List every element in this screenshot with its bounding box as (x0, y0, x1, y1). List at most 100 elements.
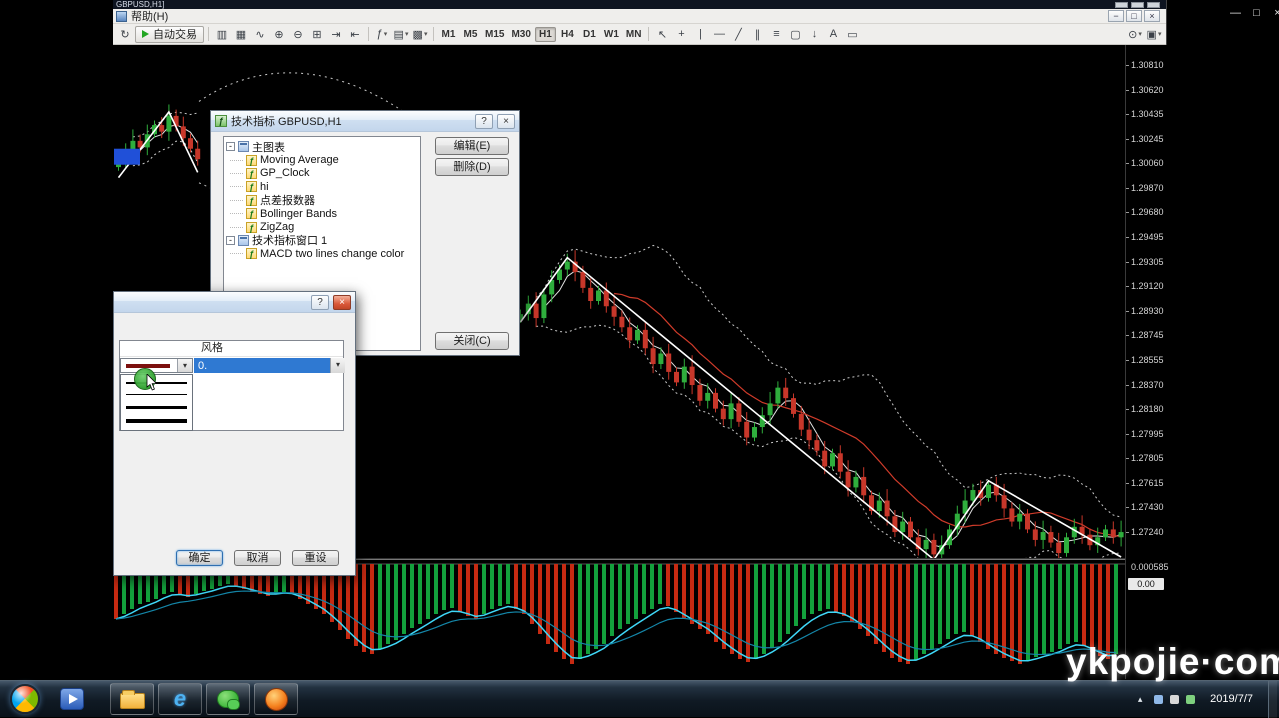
autotrading-label: 自动交易 (153, 26, 197, 42)
delete-button[interactable]: 删除(D) (435, 158, 509, 176)
line-style-option[interactable] (126, 406, 187, 409)
trendline-icon[interactable]: ╱ (729, 26, 747, 43)
layout-icon[interactable]: ▣▾ (1145, 26, 1163, 43)
auto-scroll-icon[interactable]: ⇥ (327, 26, 345, 43)
show-desktop-button[interactable] (1268, 681, 1277, 718)
tray-expand-icon[interactable]: ▴ (1133, 694, 1147, 705)
line-style-option[interactable] (126, 394, 187, 395)
title-bar[interactable]: GBPUSD,H1] (113, 0, 1166, 9)
system-tray: ▴ 2019/7/7 (1133, 681, 1279, 718)
tray-app-icon[interactable] (1186, 695, 1195, 704)
timeframe-h4[interactable]: H4 (557, 27, 578, 42)
close-button[interactable]: 关闭(C) (435, 332, 509, 350)
chevron-down-icon[interactable]: ▾ (177, 359, 192, 372)
tree-item[interactable]: ƒGP_Clock (226, 167, 418, 180)
titlebar-button[interactable] (1131, 2, 1144, 8)
macd-indicator-pane[interactable] (113, 562, 1125, 679)
mdi-close-button[interactable]: × (1144, 10, 1160, 22)
price-axis-label: 1.28180 (1131, 404, 1164, 414)
titlebar-button[interactable] (1147, 2, 1160, 8)
horizontal-line-icon[interactable]: — (710, 26, 728, 43)
taskbar-item-explorer[interactable] (110, 683, 154, 715)
width-combobox[interactable]: 0. ▾ (194, 358, 345, 373)
line-chart-icon[interactable]: ∿ (251, 26, 269, 43)
close-icon[interactable]: × (497, 114, 515, 129)
timeframe-mn[interactable]: MN (623, 27, 645, 42)
indicators-dropdown-icon[interactable]: ƒ▾ (373, 26, 391, 43)
price-axis-label: 1.29870 (1131, 183, 1164, 193)
chart-window-icon (238, 235, 249, 246)
timeframe-m1[interactable]: M1 (438, 27, 459, 42)
timeframe-h1[interactable]: H1 (535, 27, 556, 42)
tree-item[interactable]: ƒMoving Average (226, 153, 418, 166)
titlebar-button[interactable] (1115, 2, 1128, 8)
search-icon[interactable]: ⊙▾ (1126, 26, 1144, 43)
autotrading-button[interactable]: 自动交易 (135, 26, 204, 43)
indicators-dialog-titlebar[interactable]: ƒ 技术指标 GBPUSD,H1 ? × (211, 111, 519, 132)
periods-dropdown-icon[interactable]: ▤▾ (392, 26, 410, 43)
price-axis-label: 1.28370 (1131, 380, 1164, 390)
tree-group[interactable]: -主图表 (226, 140, 418, 153)
cursor-icon[interactable]: ↖ (653, 26, 671, 43)
help-button[interactable]: ? (311, 295, 329, 310)
fibonacci-icon[interactable]: ≡ (767, 26, 785, 43)
color-combobox[interactable]: ▾ (120, 358, 193, 373)
timeframe-w1[interactable]: W1 (601, 27, 622, 42)
window-restore-button[interactable]: □ (1250, 7, 1263, 19)
tray-network-icon[interactable] (1154, 695, 1163, 704)
refresh-icon[interactable]: ↻ (116, 26, 134, 43)
taskbar-item-wechat[interactable] (206, 683, 250, 715)
arrow-tool-icon[interactable]: ↓ (805, 26, 823, 43)
mdi-minimize-button[interactable]: − (1108, 10, 1124, 22)
price-axis[interactable]: 1.308101.306201.304351.302451.300601.298… (1125, 45, 1167, 679)
text-tool-icon[interactable]: A (824, 26, 842, 43)
tree-item-label: Moving Average (260, 154, 339, 166)
tree-item[interactable]: ƒBollinger Bands (226, 207, 418, 220)
reset-button[interactable]: 重设 (292, 550, 339, 566)
chevron-down-icon[interactable]: ▾ (330, 358, 345, 373)
chart-shift-icon[interactable]: ⇤ (346, 26, 364, 43)
timeframe-m30[interactable]: M30 (508, 27, 533, 42)
tray-volume-icon[interactable] (1170, 695, 1179, 704)
crosshair-icon[interactable]: + (672, 26, 690, 43)
cancel-button[interactable]: 取消 (234, 550, 281, 566)
timeframe-m15[interactable]: M15 (482, 27, 507, 42)
bar-chart-icon[interactable]: ▥ (213, 26, 231, 43)
tree-item[interactable]: ƒ点差报数器 (226, 194, 418, 207)
window-minimize-button[interactable]: — (1229, 7, 1242, 19)
zoom-out-icon[interactable]: ⊖ (289, 26, 307, 43)
dropdown-caret-icon: ▾ (1158, 30, 1162, 38)
zoom-in-icon[interactable]: ⊕ (270, 26, 288, 43)
candlestick-chart-icon[interactable]: ▦ (232, 26, 250, 43)
timeframe-m5[interactable]: M5 (460, 27, 481, 42)
tree-group[interactable]: -技术指标窗口 1 (226, 234, 418, 247)
taskbar-item-internet-explorer[interactable]: e (158, 683, 202, 715)
shapes-icon[interactable]: ▢ (786, 26, 804, 43)
tile-windows-icon[interactable]: ⊞ (308, 26, 326, 43)
templates-dropdown-icon[interactable]: ▩▾ (411, 26, 429, 43)
ok-button[interactable]: 确定 (176, 550, 223, 566)
help-button[interactable]: ? (475, 114, 493, 129)
label-tool-icon[interactable]: ▭ (843, 26, 861, 43)
edit-button[interactable]: 编辑(E) (435, 137, 509, 155)
start-button[interactable] (10, 684, 40, 714)
channel-icon[interactable]: ∥ (748, 26, 766, 43)
properties-dialog-titlebar[interactable]: ? × (114, 292, 355, 313)
tree-item[interactable]: ƒhi (226, 180, 418, 193)
taskbar-clock[interactable]: 2019/7/7 (1202, 693, 1261, 705)
vertical-line-icon[interactable]: | (691, 26, 709, 43)
tree-expander-icon[interactable]: - (226, 142, 235, 151)
wechat-icon (217, 690, 239, 708)
tree-item[interactable]: ƒMACD two lines change color (226, 247, 418, 260)
line-style-option[interactable] (126, 419, 187, 423)
indicator-icon: ƒ (246, 181, 257, 192)
taskbar-item-player[interactable] (50, 683, 94, 715)
window-close-button[interactable]: × (1271, 7, 1279, 19)
menu-item-help[interactable]: 帮助(H) (131, 8, 168, 24)
taskbar-item-browser[interactable] (254, 683, 298, 715)
close-icon[interactable]: × (333, 295, 351, 310)
tree-expander-icon[interactable]: - (226, 236, 235, 245)
mdi-restore-button[interactable]: □ (1126, 10, 1142, 22)
tree-connector (230, 253, 243, 254)
timeframe-d1[interactable]: D1 (579, 27, 600, 42)
